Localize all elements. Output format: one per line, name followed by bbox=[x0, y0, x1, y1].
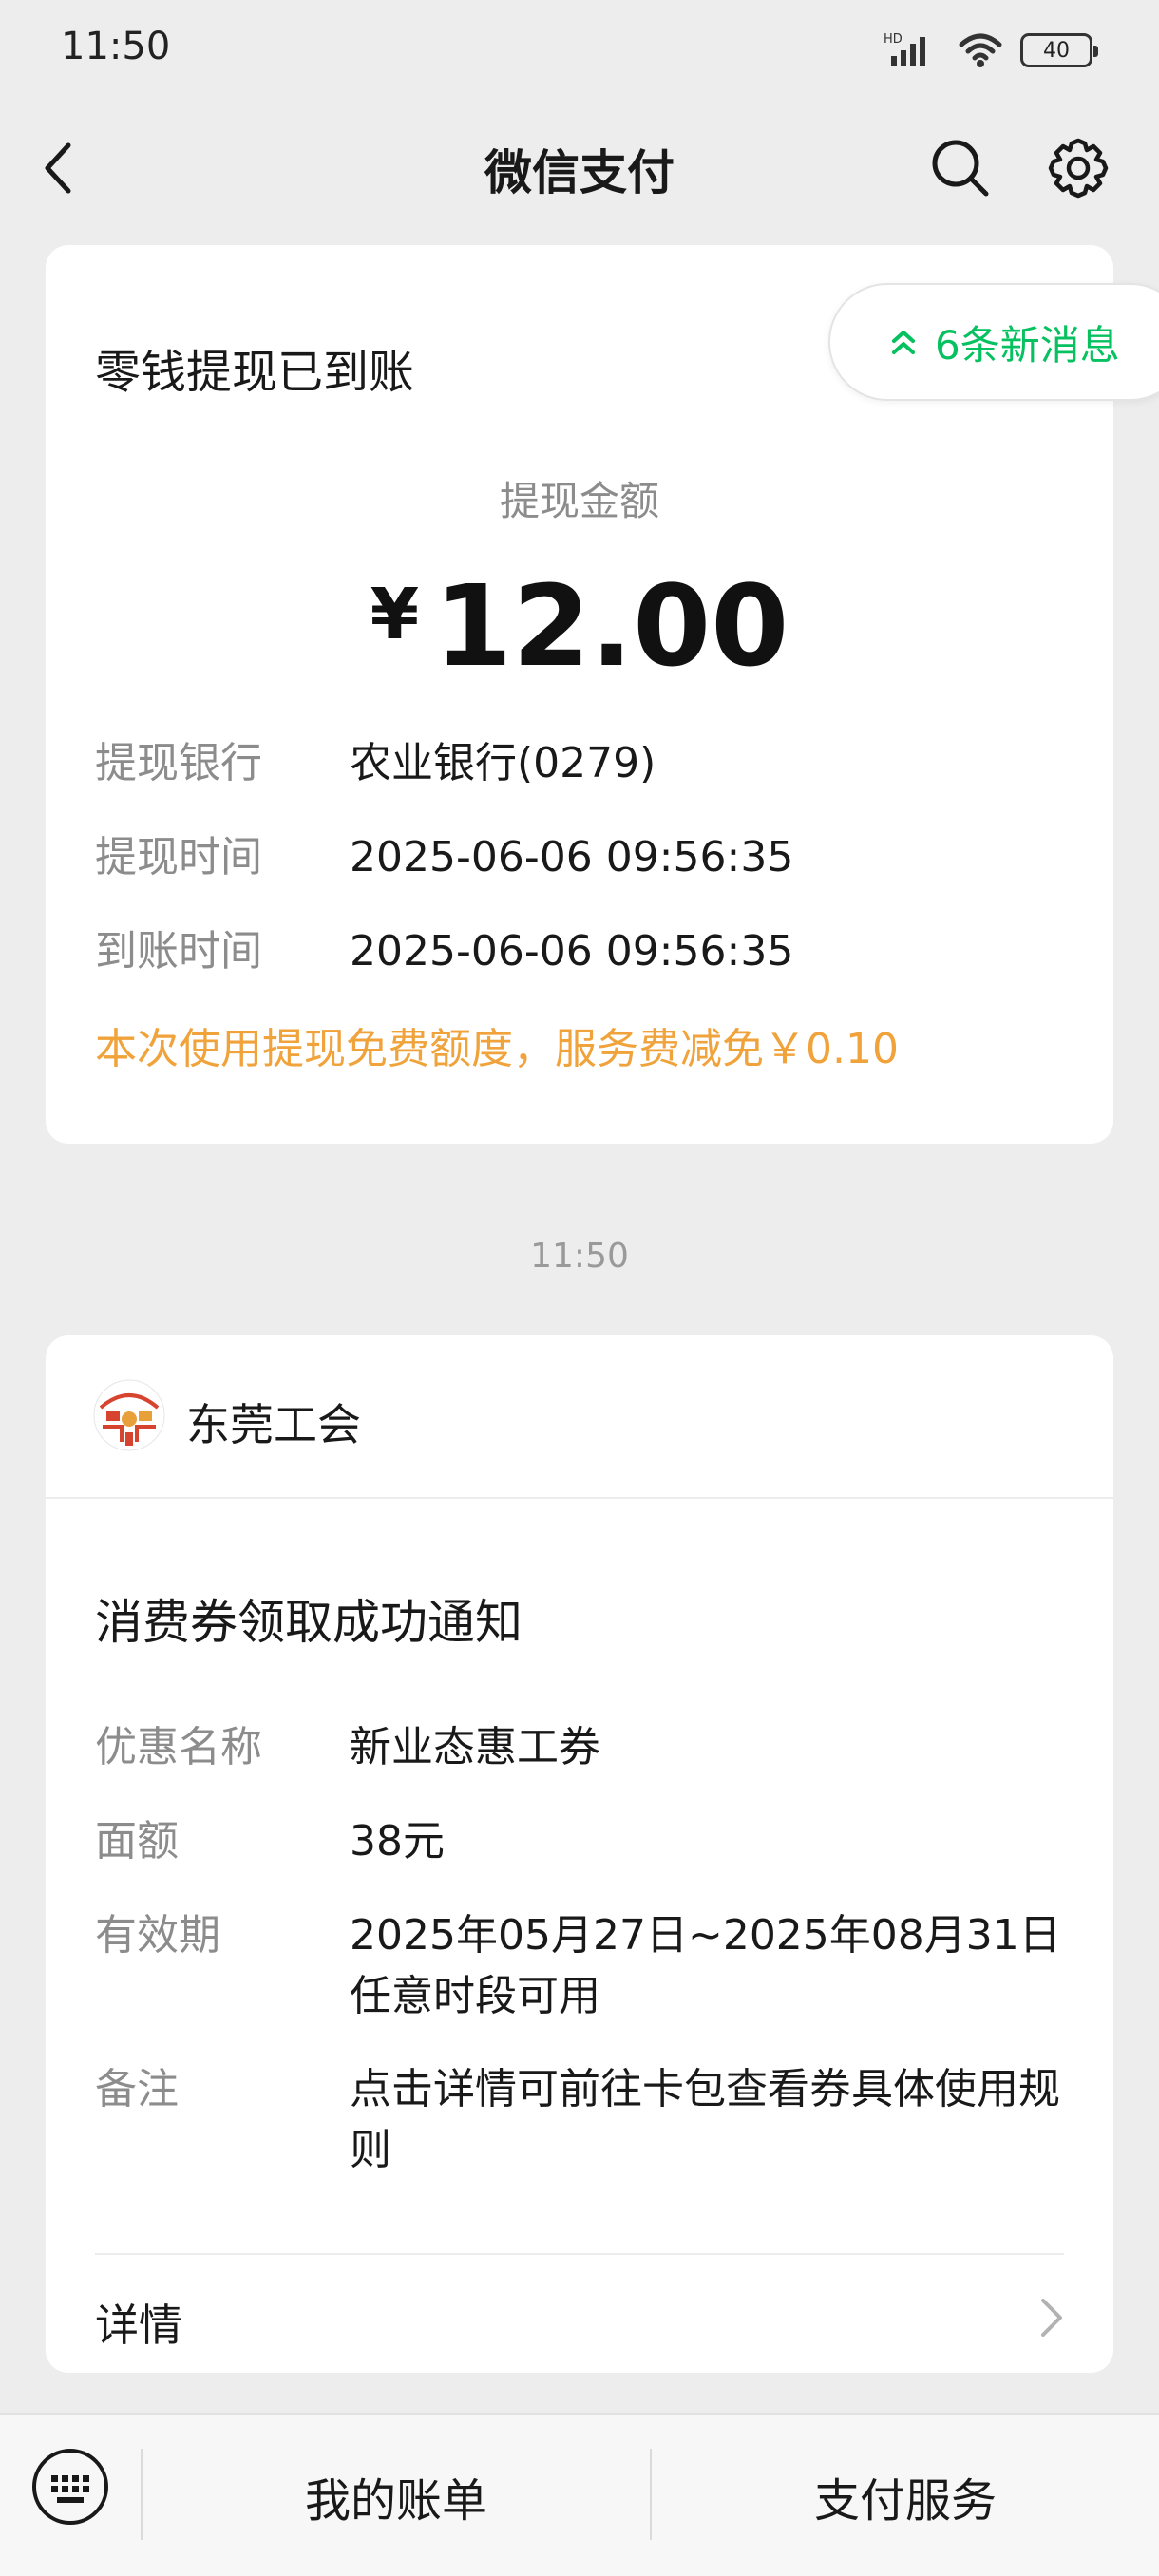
remark-row: 备注 点击详情可前往卡包查看券具体使用规则 bbox=[95, 2059, 1072, 2181]
search-icon bbox=[932, 140, 989, 197]
arrival-time-row: 到账时间 2025-06-06 09:56:35 bbox=[95, 921, 1072, 982]
row-label: 优惠名称 bbox=[95, 1723, 262, 1771]
row-label: 有效期 bbox=[95, 1911, 220, 1960]
row-value: 2025-06-06 09:56:35 bbox=[350, 833, 794, 881]
amount-number: 12.00 bbox=[434, 560, 789, 691]
withdraw-title: 零钱提现已到账 bbox=[95, 346, 415, 399]
search-button[interactable] bbox=[927, 135, 994, 201]
row-label: 提现时间 bbox=[95, 833, 262, 881]
pay-service-button[interactable]: 支付服务 bbox=[652, 2415, 1159, 2576]
row-value: 2025年05月27日~2025年08月31日任意时段可用 bbox=[350, 1911, 1061, 2020]
status-time: 11:50 bbox=[61, 25, 171, 68]
fee-waiver-note: 本次使用提现免费额度，服务费减免￥0.10 bbox=[95, 1025, 899, 1073]
row-value: 农业银行(0279) bbox=[350, 739, 656, 787]
row-value: 38元 bbox=[350, 1817, 445, 1866]
gear-icon bbox=[1048, 138, 1109, 199]
account-name: 东莞工会 bbox=[186, 1399, 361, 1450]
network-label: HD bbox=[884, 32, 902, 47]
validity-row: 有效期 2025年05月27日~2025年08月31日任意时段可用 bbox=[95, 1905, 1072, 2027]
row-value: 点击详情可前往卡包查看券具体使用规则 bbox=[350, 2065, 1060, 2174]
status-icons: HD 40 bbox=[884, 28, 1098, 72]
detail-link[interactable]: 详情 bbox=[95, 2291, 182, 2354]
new-messages-button[interactable]: 6条新消息 bbox=[828, 283, 1159, 401]
row-label: 面额 bbox=[95, 1817, 179, 1866]
union-logo-icon bbox=[93, 1379, 165, 1451]
currency-symbol: ¥ bbox=[370, 574, 420, 655]
row-label: 提现银行 bbox=[95, 739, 262, 787]
new-messages-label: 6条新消息 bbox=[935, 321, 1120, 369]
keyboard-icon bbox=[32, 2449, 108, 2525]
row-value: 新业态惠工券 bbox=[350, 1723, 600, 1771]
battery-level: 40 bbox=[1043, 38, 1070, 63]
row-label: 到账时间 bbox=[95, 927, 262, 975]
status-bar: 11:50 HD 40 bbox=[0, 0, 1159, 101]
settings-button[interactable] bbox=[1045, 135, 1112, 201]
double-chevron-up-icon bbox=[892, 331, 915, 354]
withdraw-time-row: 提现时间 2025-06-06 09:56:35 bbox=[95, 827, 1072, 888]
wifi-icon bbox=[959, 33, 1002, 67]
my-bill-button[interactable]: 我的账单 bbox=[142, 2415, 650, 2576]
coupon-name-row: 优惠名称 新业态惠工券 bbox=[95, 1717, 1072, 1778]
signal-icon: HD bbox=[884, 32, 925, 66]
keyboard-button[interactable] bbox=[30, 2447, 110, 2527]
union-header[interactable]: 东莞工会 bbox=[46, 1335, 1113, 1499]
divider bbox=[95, 2253, 1064, 2255]
amount-value: ¥12.00 bbox=[46, 570, 1113, 682]
withdraw-bank-row: 提现银行 农业银行(0279) bbox=[95, 733, 1072, 794]
nav-bar: 微信支付 bbox=[0, 101, 1159, 236]
message-timestamp: 11:50 bbox=[530, 1237, 629, 1276]
row-label: 备注 bbox=[95, 2065, 179, 2113]
battery-icon: 40 bbox=[1020, 33, 1098, 67]
coupon-amount-row: 面额 38元 bbox=[95, 1811, 1072, 1872]
amount-label: 提现金额 bbox=[499, 478, 659, 524]
row-value: 2025-06-06 09:56:35 bbox=[350, 927, 794, 975]
chevron-right-icon bbox=[1041, 2299, 1062, 2337]
notice-title: 消费券领取成功通知 bbox=[95, 1595, 522, 1650]
bottom-bar: 我的账单 支付服务 bbox=[0, 2413, 1159, 2576]
union-card[interactable]: 东莞工会 消费券领取成功通知 优惠名称 新业态惠工券 面额 38元 有效期 20… bbox=[46, 1335, 1113, 2373]
